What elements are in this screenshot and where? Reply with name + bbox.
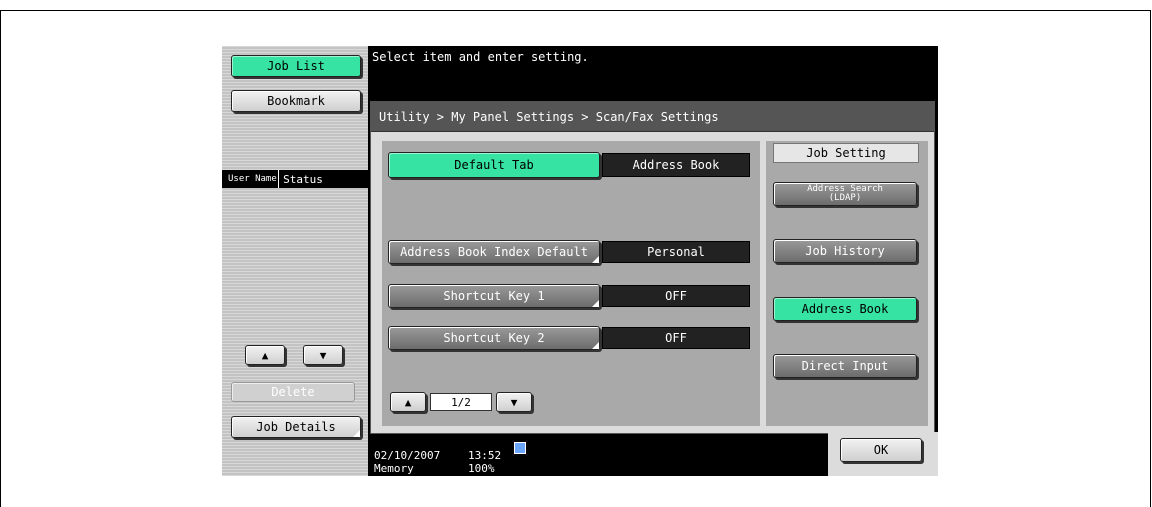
ok-button[interactable]: OK [840, 438, 922, 462]
shortcut-key-1-value: OFF [602, 285, 750, 307]
memory-label-text: Memory [374, 462, 414, 475]
job-history-button[interactable]: Job History [773, 239, 917, 263]
job-list-label: Job List [267, 59, 325, 73]
job-setting-title: Job Setting [773, 143, 919, 163]
address-book-index-default-button[interactable]: Address Book Index Default [388, 240, 600, 264]
delete-button[interactable]: Delete [231, 382, 355, 402]
job-setting-title-text: Job Setting [806, 146, 886, 160]
shortcut-key-2-value-text: OFF [665, 331, 687, 345]
address-book-button[interactable]: Address Book [773, 297, 917, 321]
date-text: 02/10/2007 [374, 449, 441, 462]
shortcut-key-1-value-text: OFF [665, 289, 687, 303]
instruction-message: Select item and enter setting. [372, 50, 589, 64]
scroll-up-button[interactable]: ▲ [245, 345, 285, 365]
shortcut-key-1-button[interactable]: Shortcut Key 1 [388, 284, 600, 308]
shortcut-key-2-button[interactable]: Shortcut Key 2 [388, 326, 600, 350]
page-indicator-text: 1/2 [451, 395, 471, 409]
default-tab-label: Default Tab [454, 158, 534, 172]
shortcut-key-2-label: Shortcut Key 2 [443, 331, 545, 345]
default-tab-value: Address Book [602, 153, 750, 177]
shortcut-key-2-value: OFF [602, 327, 750, 349]
page-up-button[interactable]: ▲ [390, 392, 426, 412]
status-column-label: Status [283, 172, 323, 186]
scroll-down-button[interactable]: ▼ [303, 345, 343, 365]
job-list-button[interactable]: Job List [231, 55, 361, 77]
default-tab-button[interactable]: Default Tab [388, 152, 600, 178]
network-icon [514, 442, 526, 454]
breadcrumb-text: Utility > My Panel Settings > Scan/Fax S… [379, 109, 719, 124]
address-book-index-default-value: Personal [602, 241, 750, 263]
bookmark-label: Bookmark [267, 94, 325, 108]
ok-label: OK [873, 443, 889, 457]
address-book-label: Address Book [801, 302, 889, 316]
direct-input-button[interactable]: Direct Input [773, 354, 917, 378]
job-details-button[interactable]: Job Details [231, 416, 361, 438]
job-list-header: User Name Status [222, 170, 368, 188]
page-down-button[interactable]: ▼ [496, 392, 532, 412]
address-search-ldap-button[interactable]: Address Search (LDAP) [773, 182, 917, 206]
default-tab-value-text: Address Book [632, 158, 720, 172]
arrow-up-icon: ▲ [261, 348, 269, 362]
delete-label: Delete [271, 385, 315, 399]
bookmark-button[interactable]: Bookmark [231, 90, 361, 112]
arrow-down-icon: ▼ [510, 395, 518, 409]
status-bar: 02/10/2007 13:52 Memory 100% [368, 436, 828, 476]
user-name-column: User Name [222, 170, 279, 188]
address-search-sub-label: (LDAP) [828, 193, 862, 203]
breadcrumb: Utility > My Panel Settings > Scan/Fax S… [371, 102, 934, 132]
address-book-index-default-value-text: Personal [647, 245, 705, 259]
direct-input-label: Direct Input [801, 359, 889, 373]
arrow-up-icon: ▲ [404, 395, 412, 409]
arrow-down-icon: ▼ [319, 348, 327, 362]
memory-value-text: 100% [468, 462, 495, 475]
time-text: 13:52 [468, 449, 502, 462]
status-column: Status [278, 170, 368, 188]
address-book-index-default-label: Address Book Index Default [400, 245, 588, 259]
page-indicator: 1/2 [430, 393, 492, 411]
shortcut-key-1-label: Shortcut Key 1 [443, 289, 545, 303]
user-name-column-label: User Name [228, 173, 277, 184]
job-history-label: Job History [805, 244, 885, 258]
job-details-label: Job Details [256, 420, 336, 434]
